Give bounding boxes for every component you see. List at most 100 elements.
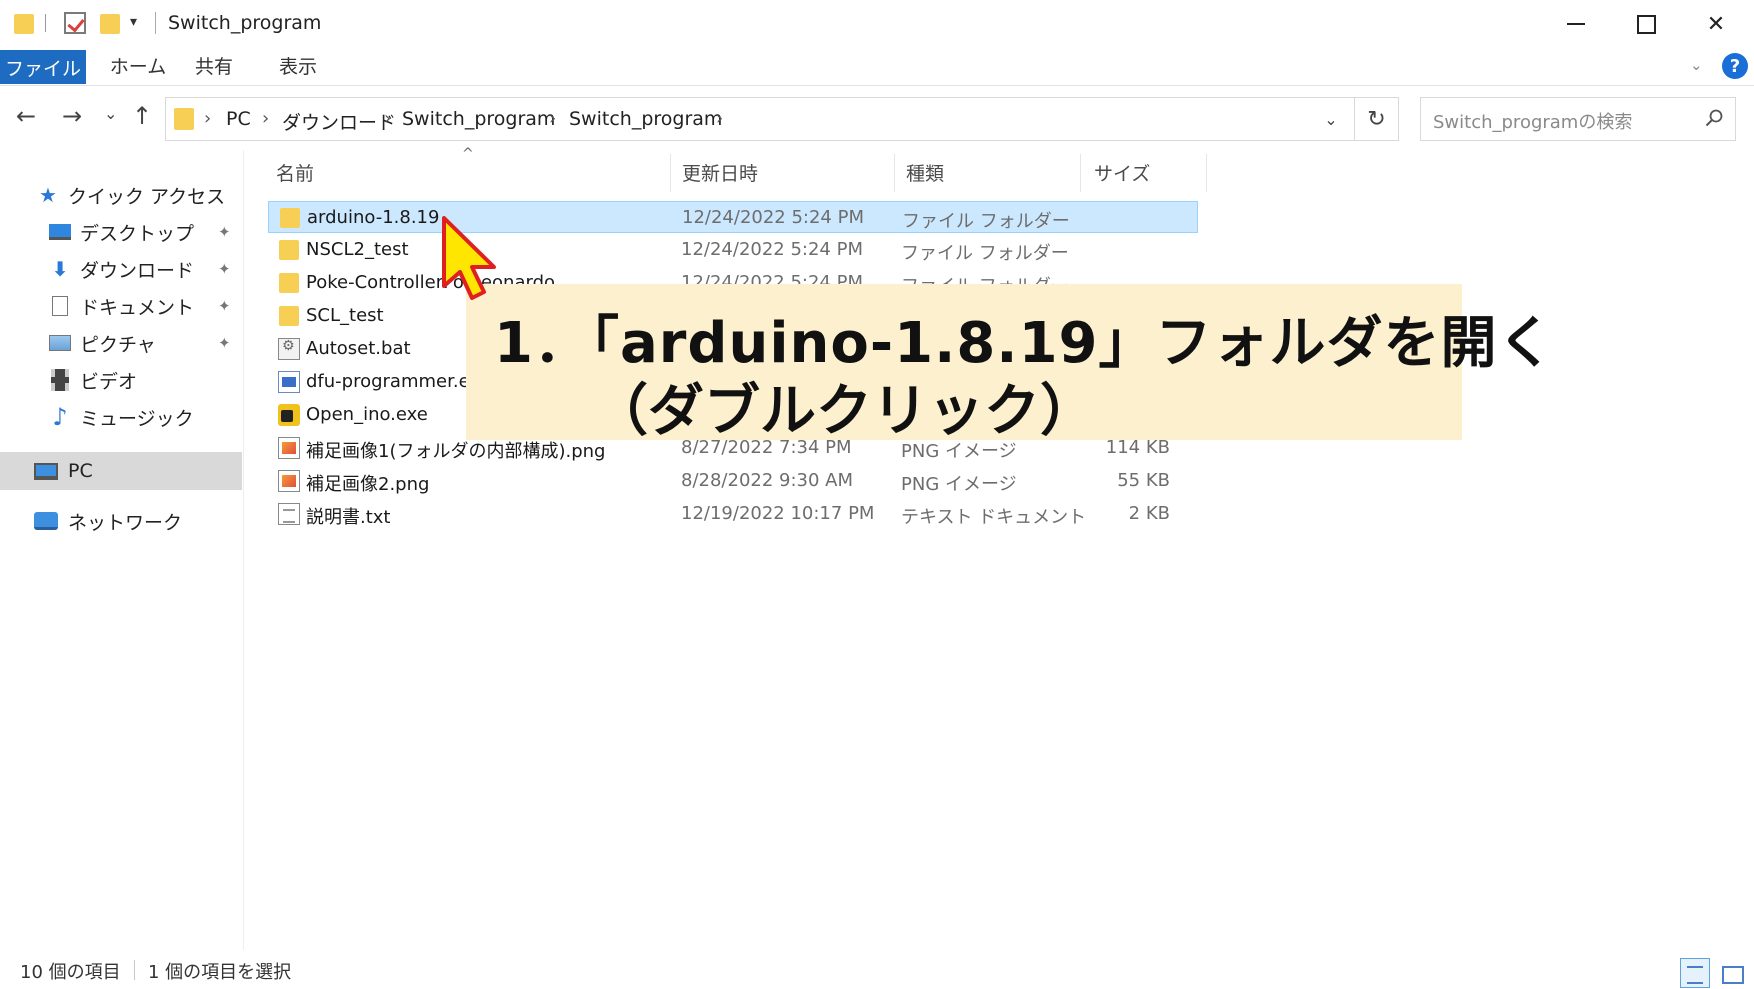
breadcrumb-pc[interactable]: PC (226, 108, 251, 130)
column-divider[interactable] (894, 154, 895, 192)
properties-icon[interactable] (64, 12, 86, 34)
file-name: dfu-programmer.exe (306, 371, 491, 392)
png-file-icon (278, 437, 300, 459)
pin-icon[interactable]: ✦ (218, 297, 231, 315)
breadcrumb-downloads[interactable]: ダウンロード (282, 108, 396, 135)
sidebar-item-label: ミュージック (80, 407, 194, 430)
star-icon: ★ (39, 183, 57, 207)
large-icons-view-icon[interactable] (1716, 958, 1746, 988)
details-view-icon[interactable] (1680, 958, 1710, 988)
breadcrumb-separator-icon[interactable]: › (384, 108, 391, 129)
search-placeholder: Switch_programの検索 (1433, 112, 1633, 133)
title-bar: ▾ Switch_program ✕ (0, 0, 1754, 46)
sidebar-item-music[interactable]: ♪ ミュージック (0, 398, 242, 436)
column-header-type[interactable]: 種類 (906, 150, 1076, 194)
exe-file-icon (278, 371, 300, 393)
folder-icon (174, 108, 196, 130)
sidebar-item-pc[interactable]: PC (0, 452, 242, 490)
folder-icon (278, 305, 300, 327)
column-divider[interactable] (670, 154, 671, 192)
file-type: テキスト ドキュメント (901, 507, 1087, 528)
minimize-button[interactable] (1546, 4, 1606, 44)
address-bar[interactable]: › PC › ダウンロード › Switch_program › Switch_… (165, 97, 1355, 141)
forward-arrow-icon[interactable]: → (62, 102, 82, 130)
breadcrumb-switch-program[interactable]: Switch_program (402, 108, 555, 130)
column-header-date-modified[interactable]: 更新日時 (682, 150, 892, 194)
search-input[interactable]: Switch_programの検索 (1420, 97, 1736, 141)
file-name: 説明書.txt (306, 507, 391, 528)
tab-file[interactable]: ファイル (0, 50, 86, 84)
address-history-chevron-icon[interactable]: ⌄ (1308, 98, 1354, 140)
close-button[interactable]: ✕ (1686, 4, 1746, 44)
sidebar-item-network[interactable]: ネットワーク (0, 502, 242, 540)
document-icon (48, 295, 72, 317)
file-name: SCL_test (306, 305, 384, 326)
column-divider[interactable] (1080, 154, 1081, 192)
download-icon: ⬇ (51, 257, 69, 281)
breadcrumb-separator-icon[interactable]: › (204, 108, 211, 129)
sidebar-item-quick-access[interactable]: ★ クイック アクセス (0, 176, 242, 214)
file-row[interactable]: 補足画像2.png 8/28/2022 9:30 AM PNG イメージ 55 … (268, 465, 1198, 497)
tab-home[interactable]: ホーム (96, 46, 180, 84)
file-date: 12/19/2022 10:17 PM (681, 503, 875, 524)
sidebar-item-downloads[interactable]: ⬇ ダウンロード ✦ (0, 250, 242, 288)
file-name: NSCL2_test (306, 239, 409, 260)
breadcrumb-separator-icon[interactable]: › (549, 108, 556, 129)
refresh-icon[interactable]: ↻ (1355, 97, 1399, 141)
column-header-name[interactable]: 名前 (276, 150, 668, 194)
pictures-icon (48, 332, 72, 354)
sidebar-item-label: ネットワーク (68, 511, 183, 534)
column-header-size[interactable]: サイズ (1094, 150, 1204, 194)
sidebar-item-pictures[interactable]: ピクチャ ✦ (0, 324, 242, 362)
sidebar-item-label: ビデオ (80, 370, 138, 393)
ribbon-tabs: ファイル ホーム 共有 表示 ⌄ ? (0, 46, 1754, 86)
folder-icon (279, 207, 301, 229)
desktop-icon (48, 221, 72, 243)
file-row[interactable]: NSCL2_test 12/24/2022 5:24 PM ファイル フォルダー (268, 234, 1198, 266)
quick-access-toolbar-dropdown[interactable]: ▾ (130, 14, 137, 30)
file-row-arduino[interactable]: arduino-1.8.19 12/24/2022 5:24 PM ファイル フ… (268, 201, 1198, 233)
file-type: ファイル フォルダー (901, 243, 1069, 264)
pin-icon[interactable]: ✦ (218, 223, 231, 241)
help-icon[interactable]: ? (1722, 53, 1748, 79)
window-title: Switch_program (168, 12, 322, 34)
file-type: PNG イメージ (901, 474, 1017, 495)
maximize-button[interactable] (1616, 4, 1676, 44)
file-size: 114 KB (1105, 437, 1170, 458)
file-name: 補足画像2.png (306, 474, 430, 495)
file-date: 12/24/2022 5:24 PM (681, 239, 863, 260)
expand-ribbon-chevron-icon[interactable]: ⌄ (1690, 56, 1703, 74)
navigation-pane: ★ クイック アクセス デスクトップ ✦ ⬇ ダウンロード ✦ ドキュメント ✦… (0, 150, 244, 950)
item-count: 10 個の項目 (20, 962, 121, 983)
breadcrumb-separator-icon[interactable]: › (262, 108, 269, 129)
sidebar-item-label: デスクトップ (80, 222, 195, 245)
pin-icon[interactable]: ✦ (218, 334, 231, 352)
png-file-icon (278, 470, 300, 492)
navigation-bar: ← → ⌄ ↑ › PC › ダウンロード › Switch_program ›… (0, 86, 1754, 150)
network-icon (34, 510, 58, 532)
breadcrumb-separator-icon[interactable]: › (716, 108, 723, 129)
sidebar-item-desktop[interactable]: デスクトップ ✦ (0, 213, 242, 251)
up-arrow-icon[interactable]: ↑ (132, 102, 152, 130)
breadcrumb-switch-program-current[interactable]: Switch_program (569, 108, 722, 130)
recent-locations-chevron-icon[interactable]: ⌄ (104, 104, 117, 123)
pin-icon[interactable]: ✦ (218, 260, 231, 278)
sidebar-item-videos[interactable]: ビデオ (0, 361, 242, 399)
column-divider[interactable] (1206, 154, 1207, 192)
tab-share[interactable]: 共有 (184, 46, 244, 84)
file-type: ファイル フォルダー (902, 211, 1070, 232)
video-icon (48, 369, 72, 391)
file-name: Autoset.bat (306, 338, 411, 359)
new-folder-icon[interactable] (100, 12, 120, 34)
folder-icon (278, 272, 300, 294)
file-row[interactable]: 説明書.txt 12/19/2022 10:17 PM テキスト ドキュメント … (268, 498, 1198, 530)
back-arrow-icon[interactable]: ← (16, 102, 36, 130)
tab-view[interactable]: 表示 (268, 46, 328, 84)
music-icon: ♪ (52, 403, 68, 431)
instruction-callout: 1．「arduino-1.8.19」フォルダを開く （ダブルクリック） (466, 284, 1554, 444)
file-name: arduino-1.8.19 (307, 207, 440, 228)
file-date: 8/28/2022 9:30 AM (681, 470, 854, 491)
mouse-cursor-icon (442, 216, 496, 300)
sidebar-item-documents[interactable]: ドキュメント ✦ (0, 287, 242, 325)
file-size: 2 KB (1128, 503, 1170, 524)
